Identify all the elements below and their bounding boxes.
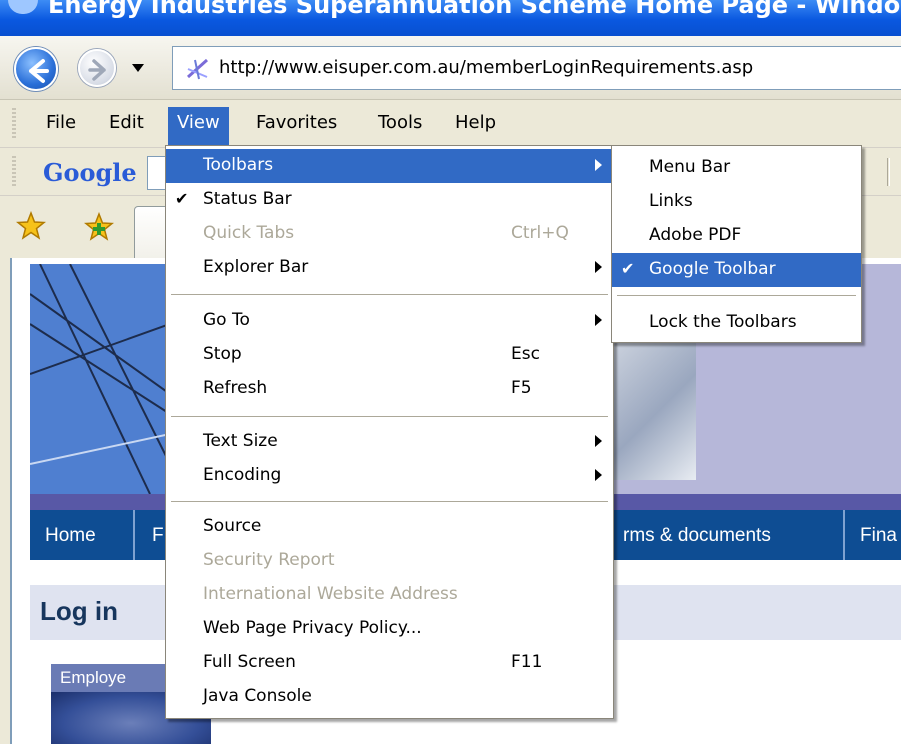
menu-separator bbox=[171, 501, 608, 502]
back-button[interactable] bbox=[14, 47, 58, 91]
toolbar-separator bbox=[887, 158, 890, 186]
submenu-arrow-icon bbox=[595, 469, 602, 481]
view-menu-java-console[interactable]: Java Console bbox=[166, 680, 613, 714]
submenu-lock-toolbars[interactable]: Lock the Toolbars bbox=[612, 306, 861, 340]
menu-item-label: Lock the Toolbars bbox=[649, 312, 797, 332]
view-menu-source[interactable]: Source bbox=[166, 510, 613, 544]
recent-pages-dropdown-icon[interactable] bbox=[131, 62, 145, 74]
favorites-star-icon[interactable] bbox=[16, 211, 46, 241]
address-input[interactable]: http://www.eisuper.com.au/memberLoginReq… bbox=[172, 46, 901, 90]
menu-edit[interactable]: Edit bbox=[109, 112, 144, 133]
menu-item-label: Menu Bar bbox=[649, 157, 731, 177]
view-menu: Toolbars ✔ Status Bar Quick Tabs Ctrl+Q … bbox=[165, 145, 614, 719]
view-menu-explorer-bar[interactable]: Explorer Bar bbox=[166, 251, 613, 285]
window-title: Energy Industries Superannuation Scheme … bbox=[48, 0, 901, 19]
menu-item-label: Encoding bbox=[203, 465, 282, 485]
toolbar-grip[interactable] bbox=[12, 108, 16, 140]
view-menu-toolbars[interactable]: Toolbars bbox=[166, 149, 613, 183]
login-title: Log in bbox=[40, 596, 118, 626]
menu-item-label: Toolbars bbox=[203, 155, 274, 175]
menu-file[interactable]: File bbox=[46, 112, 76, 133]
nav-forms-documents[interactable]: rms & documents bbox=[623, 525, 771, 547]
menu-separator bbox=[171, 416, 608, 417]
add-to-favorites-icon[interactable] bbox=[84, 212, 114, 242]
view-menu-status-bar[interactable]: ✔ Status Bar bbox=[166, 183, 613, 217]
menu-tools[interactable]: Tools bbox=[378, 112, 422, 133]
view-menu-text-size[interactable]: Text Size bbox=[166, 425, 613, 459]
google-logo-text: Google bbox=[43, 158, 137, 187]
nav-item-partial[interactable]: F bbox=[152, 525, 164, 547]
submenu-menu-bar[interactable]: Menu Bar bbox=[612, 151, 861, 185]
submenu-arrow-icon bbox=[595, 261, 602, 273]
menu-item-label: Stop bbox=[203, 344, 242, 364]
shortcut-label: Esc bbox=[511, 344, 540, 364]
menu-item-label: Security Report bbox=[203, 550, 335, 570]
menu-item-label: Links bbox=[649, 191, 693, 211]
shortcut-label: Ctrl+Q bbox=[511, 223, 569, 243]
view-menu-full-screen[interactable]: Full Screen F11 bbox=[166, 646, 613, 680]
menu-item-label: Go To bbox=[203, 310, 250, 330]
banner-powerlines-image bbox=[30, 264, 170, 494]
menu-item-label: Quick Tabs bbox=[203, 223, 295, 243]
view-menu-quick-tabs[interactable]: Quick Tabs Ctrl+Q bbox=[166, 217, 613, 251]
checkmark-icon: ✔ bbox=[621, 259, 635, 278]
menu-item-label: Java Console bbox=[203, 686, 312, 706]
view-menu-privacy-policy[interactable]: Web Page Privacy Policy... bbox=[166, 612, 613, 646]
nav-separator bbox=[843, 510, 845, 560]
nav-separator bbox=[133, 510, 135, 560]
ie-icon bbox=[8, 0, 38, 14]
menu-item-label: Status Bar bbox=[203, 189, 292, 209]
view-menu-security-report[interactable]: Security Report bbox=[166, 544, 613, 578]
shortcut-label: F5 bbox=[511, 378, 532, 398]
submenu-arrow-icon bbox=[595, 159, 602, 171]
menu-item-label: Adobe PDF bbox=[649, 225, 742, 245]
menu-item-label: Web Page Privacy Policy... bbox=[203, 618, 422, 638]
menu-item-label: Source bbox=[203, 516, 262, 536]
toolbar-grip[interactable] bbox=[12, 156, 16, 188]
checkmark-icon: ✔ bbox=[175, 189, 189, 208]
toolbars-submenu: Menu Bar Links Adobe PDF ✔ Google Toolba… bbox=[611, 145, 862, 343]
menu-separator bbox=[617, 295, 856, 296]
view-menu-international-address[interactable]: International Website Address bbox=[166, 578, 613, 612]
menu-favorites[interactable]: Favorites bbox=[256, 112, 337, 133]
submenu-links[interactable]: Links bbox=[612, 185, 861, 219]
forward-button[interactable] bbox=[78, 49, 116, 87]
menu-item-label: Explorer Bar bbox=[203, 257, 309, 277]
back-arrow-icon bbox=[29, 59, 49, 83]
menu-view[interactable]: View bbox=[168, 107, 229, 145]
menu-item-label: Google Toolbar bbox=[649, 259, 776, 279]
window-title-bar[interactable]: Energy Industries Superannuation Scheme … bbox=[0, 0, 901, 36]
view-menu-go-to[interactable]: Go To bbox=[166, 304, 613, 338]
menu-separator bbox=[171, 294, 608, 295]
view-menu-encoding[interactable]: Encoding bbox=[166, 459, 613, 493]
address-toolbar: http://www.eisuper.com.au/memberLoginReq… bbox=[0, 36, 901, 100]
menu-item-label: Refresh bbox=[203, 378, 268, 398]
nav-home[interactable]: Home bbox=[45, 525, 96, 547]
view-menu-stop[interactable]: Stop Esc bbox=[166, 338, 613, 372]
menu-item-label: International Website Address bbox=[203, 584, 458, 604]
google-search-input[interactable] bbox=[147, 156, 167, 190]
forward-arrow-icon bbox=[88, 59, 106, 81]
url-text: http://www.eisuper.com.au/memberLoginReq… bbox=[219, 57, 754, 78]
employer-label: Employe bbox=[60, 668, 127, 687]
view-menu-refresh[interactable]: Refresh F5 bbox=[166, 372, 613, 406]
google-logo[interactable]: Google bbox=[43, 158, 137, 187]
submenu-arrow-icon bbox=[595, 435, 602, 447]
shortcut-label: F11 bbox=[511, 652, 543, 672]
nav-finance[interactable]: Fina bbox=[860, 525, 897, 547]
submenu-arrow-icon bbox=[595, 314, 602, 326]
submenu-google-toolbar[interactable]: ✔ Google Toolbar bbox=[612, 253, 861, 287]
menu-item-label: Full Screen bbox=[203, 652, 296, 672]
menu-help[interactable]: Help bbox=[455, 112, 496, 133]
submenu-adobe-pdf[interactable]: Adobe PDF bbox=[612, 219, 861, 253]
site-favicon-icon bbox=[186, 58, 209, 80]
menu-item-label: Text Size bbox=[203, 431, 278, 451]
